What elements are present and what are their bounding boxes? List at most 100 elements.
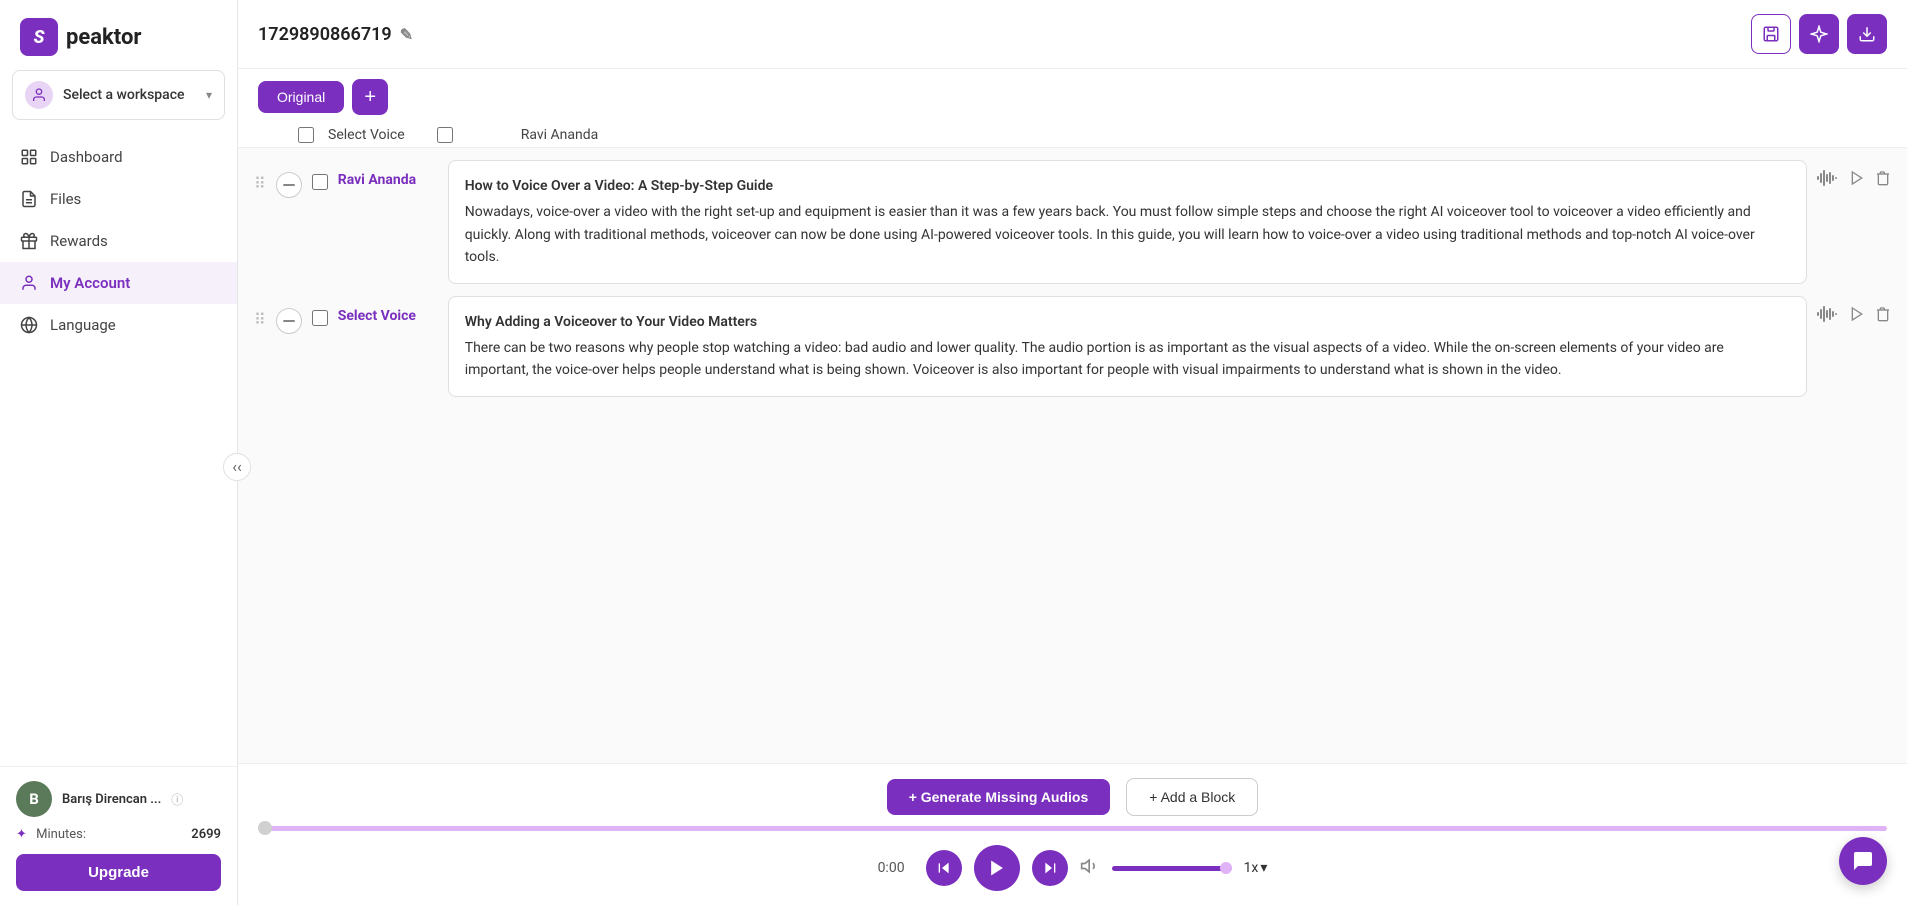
download-button[interactable] bbox=[1847, 14, 1887, 54]
block-2-checkbox[interactable] bbox=[312, 310, 328, 326]
user-name: Barış Direncan ... bbox=[62, 792, 161, 807]
add-block-button[interactable]: + Add a Block bbox=[1126, 778, 1258, 816]
volume-thumb bbox=[1220, 862, 1232, 874]
rewind-button[interactable] bbox=[926, 850, 962, 886]
info-icon[interactable]: ⓘ bbox=[171, 791, 183, 808]
workspace-selector[interactable]: Select a workspace ▾ bbox=[12, 70, 225, 120]
minus-icon bbox=[283, 184, 295, 186]
logo-icon: S bbox=[20, 18, 58, 56]
minutes-icon: ✦ bbox=[16, 827, 27, 842]
logo-text: peaktor bbox=[66, 25, 141, 50]
audio-waveform-icon bbox=[1817, 170, 1839, 186]
chat-bubble-button[interactable] bbox=[1839, 837, 1887, 885]
waveform-icon-1[interactable] bbox=[1817, 170, 1839, 191]
audio-waveform-icon-2 bbox=[1817, 306, 1839, 322]
sidebar-item-my-account[interactable]: My Account bbox=[0, 262, 237, 304]
trash-icon-2 bbox=[1875, 306, 1891, 322]
play-icon-2[interactable] bbox=[1849, 306, 1865, 327]
delete-icon-1[interactable] bbox=[1875, 170, 1891, 191]
ravi-checkbox-header[interactable] bbox=[437, 127, 453, 143]
minus-icon-2 bbox=[283, 320, 295, 322]
speed-label: 1x bbox=[1244, 860, 1259, 876]
bottom-bar: + Generate Missing Audios + Add a Block … bbox=[238, 763, 1907, 905]
logo-area: S peaktor bbox=[0, 0, 237, 70]
block-1-title: How to Voice Over a Video: A Step-by-Ste… bbox=[465, 175, 1790, 197]
progress-bar-area bbox=[238, 826, 1907, 835]
save-button[interactable] bbox=[1751, 14, 1791, 54]
voice-header-row: Select Voice Ravi Ananda bbox=[238, 123, 1907, 148]
play-icon-2 bbox=[1849, 306, 1865, 322]
dashboard-label: Dashboard bbox=[50, 148, 123, 166]
block-2-content: There can be two reasons why people stop… bbox=[465, 337, 1790, 382]
block-1-checkbox[interactable] bbox=[312, 174, 328, 190]
volume-slider[interactable] bbox=[1112, 866, 1232, 871]
sidebar-collapse-button[interactable]: ‹‹ bbox=[223, 453, 251, 481]
top-actions bbox=[1751, 14, 1887, 54]
sidebar-item-language[interactable]: Language bbox=[0, 304, 237, 346]
rewards-label: Rewards bbox=[50, 232, 108, 250]
minutes-count: 2699 bbox=[191, 827, 221, 842]
user-info: B Barış Direncan ... ⓘ bbox=[16, 781, 221, 817]
files-icon bbox=[20, 190, 38, 208]
select-voice-checkbox-header[interactable] bbox=[298, 127, 314, 143]
main-content: 1729890866719 ✎ bbox=[238, 0, 1907, 905]
block-2-voice-name[interactable]: Select Voice bbox=[338, 296, 438, 324]
sidebar-item-dashboard[interactable]: Dashboard bbox=[0, 136, 237, 178]
edit-icon[interactable]: ✎ bbox=[400, 25, 413, 44]
delete-icon-2[interactable] bbox=[1875, 306, 1891, 327]
voice-col-1-header: Select Voice bbox=[328, 127, 405, 143]
rewards-icon bbox=[20, 232, 38, 250]
workspace-label: Select a workspace bbox=[63, 87, 206, 103]
block-1-voice-name[interactable]: Ravi Ananda bbox=[338, 160, 438, 188]
chevron-down-icon: ▾ bbox=[206, 88, 212, 102]
minus-button-1[interactable] bbox=[276, 172, 302, 198]
speaker-icon bbox=[1080, 856, 1100, 876]
file-id-text: 1729890866719 bbox=[258, 24, 392, 45]
account-icon bbox=[20, 274, 38, 292]
trash-icon bbox=[1875, 170, 1891, 186]
tab-add-button[interactable]: + bbox=[352, 79, 388, 115]
chat-icon bbox=[1851, 849, 1875, 873]
play-icon bbox=[1849, 170, 1865, 186]
progress-track[interactable] bbox=[258, 826, 1887, 831]
play-icon-1[interactable] bbox=[1849, 170, 1865, 191]
voice-tabs: Original + bbox=[238, 69, 1907, 123]
workspace-icon bbox=[25, 81, 53, 109]
top-bar: 1729890866719 ✎ bbox=[238, 0, 1907, 69]
block-2-card: Why Adding a Voiceover to Your Video Mat… bbox=[448, 296, 1807, 397]
play-pause-icon bbox=[987, 858, 1007, 878]
drag-handle[interactable]: ⠿ bbox=[254, 160, 266, 193]
blocks-area: ⠿ Ravi Ananda How to Voice Over a Video:… bbox=[238, 148, 1907, 763]
speed-selector[interactable]: 1x ▾ bbox=[1244, 860, 1268, 876]
voice-col-2-header: Ravi Ananda bbox=[521, 127, 599, 143]
speed-chevron-icon: ▾ bbox=[1260, 860, 1267, 876]
files-label: Files bbox=[50, 190, 81, 208]
playback-controls: 0:00 bbox=[238, 835, 1907, 905]
play-pause-button[interactable] bbox=[974, 845, 1020, 891]
settings-button[interactable] bbox=[1799, 14, 1839, 54]
file-id: 1729890866719 ✎ bbox=[258, 24, 413, 45]
volume-icon[interactable] bbox=[1080, 856, 1100, 881]
sidebar-nav: Dashboard Files Rewards bbox=[0, 128, 237, 766]
table-row: ⠿ Select Voice Why Adding a Voiceover to… bbox=[238, 296, 1907, 409]
progress-thumb[interactable] bbox=[258, 821, 272, 835]
language-label: Language bbox=[50, 316, 116, 334]
rewind-icon bbox=[936, 860, 952, 876]
sidebar-footer: B Barış Direncan ... ⓘ ✦ Minutes: 2699 U… bbox=[0, 766, 237, 905]
generate-missing-button[interactable]: + Generate Missing Audios bbox=[887, 779, 1111, 815]
sidebar-item-rewards[interactable]: Rewards bbox=[0, 220, 237, 262]
fast-forward-button[interactable] bbox=[1032, 850, 1068, 886]
download-icon bbox=[1858, 25, 1876, 43]
sidebar-item-files[interactable]: Files bbox=[0, 178, 237, 220]
my-account-label: My Account bbox=[50, 274, 130, 292]
tab-original[interactable]: Original bbox=[258, 81, 344, 113]
dashboard-icon bbox=[20, 148, 38, 166]
block-1-actions bbox=[1817, 160, 1891, 191]
upgrade-button[interactable]: Upgrade bbox=[16, 854, 221, 891]
language-icon bbox=[20, 316, 38, 334]
block-1-card: How to Voice Over a Video: A Step-by-Ste… bbox=[448, 160, 1807, 284]
waveform-icon-2[interactable] bbox=[1817, 306, 1839, 327]
save-icon bbox=[1762, 25, 1780, 43]
minus-button-2[interactable] bbox=[276, 308, 302, 334]
drag-handle-2[interactable]: ⠿ bbox=[254, 296, 266, 329]
